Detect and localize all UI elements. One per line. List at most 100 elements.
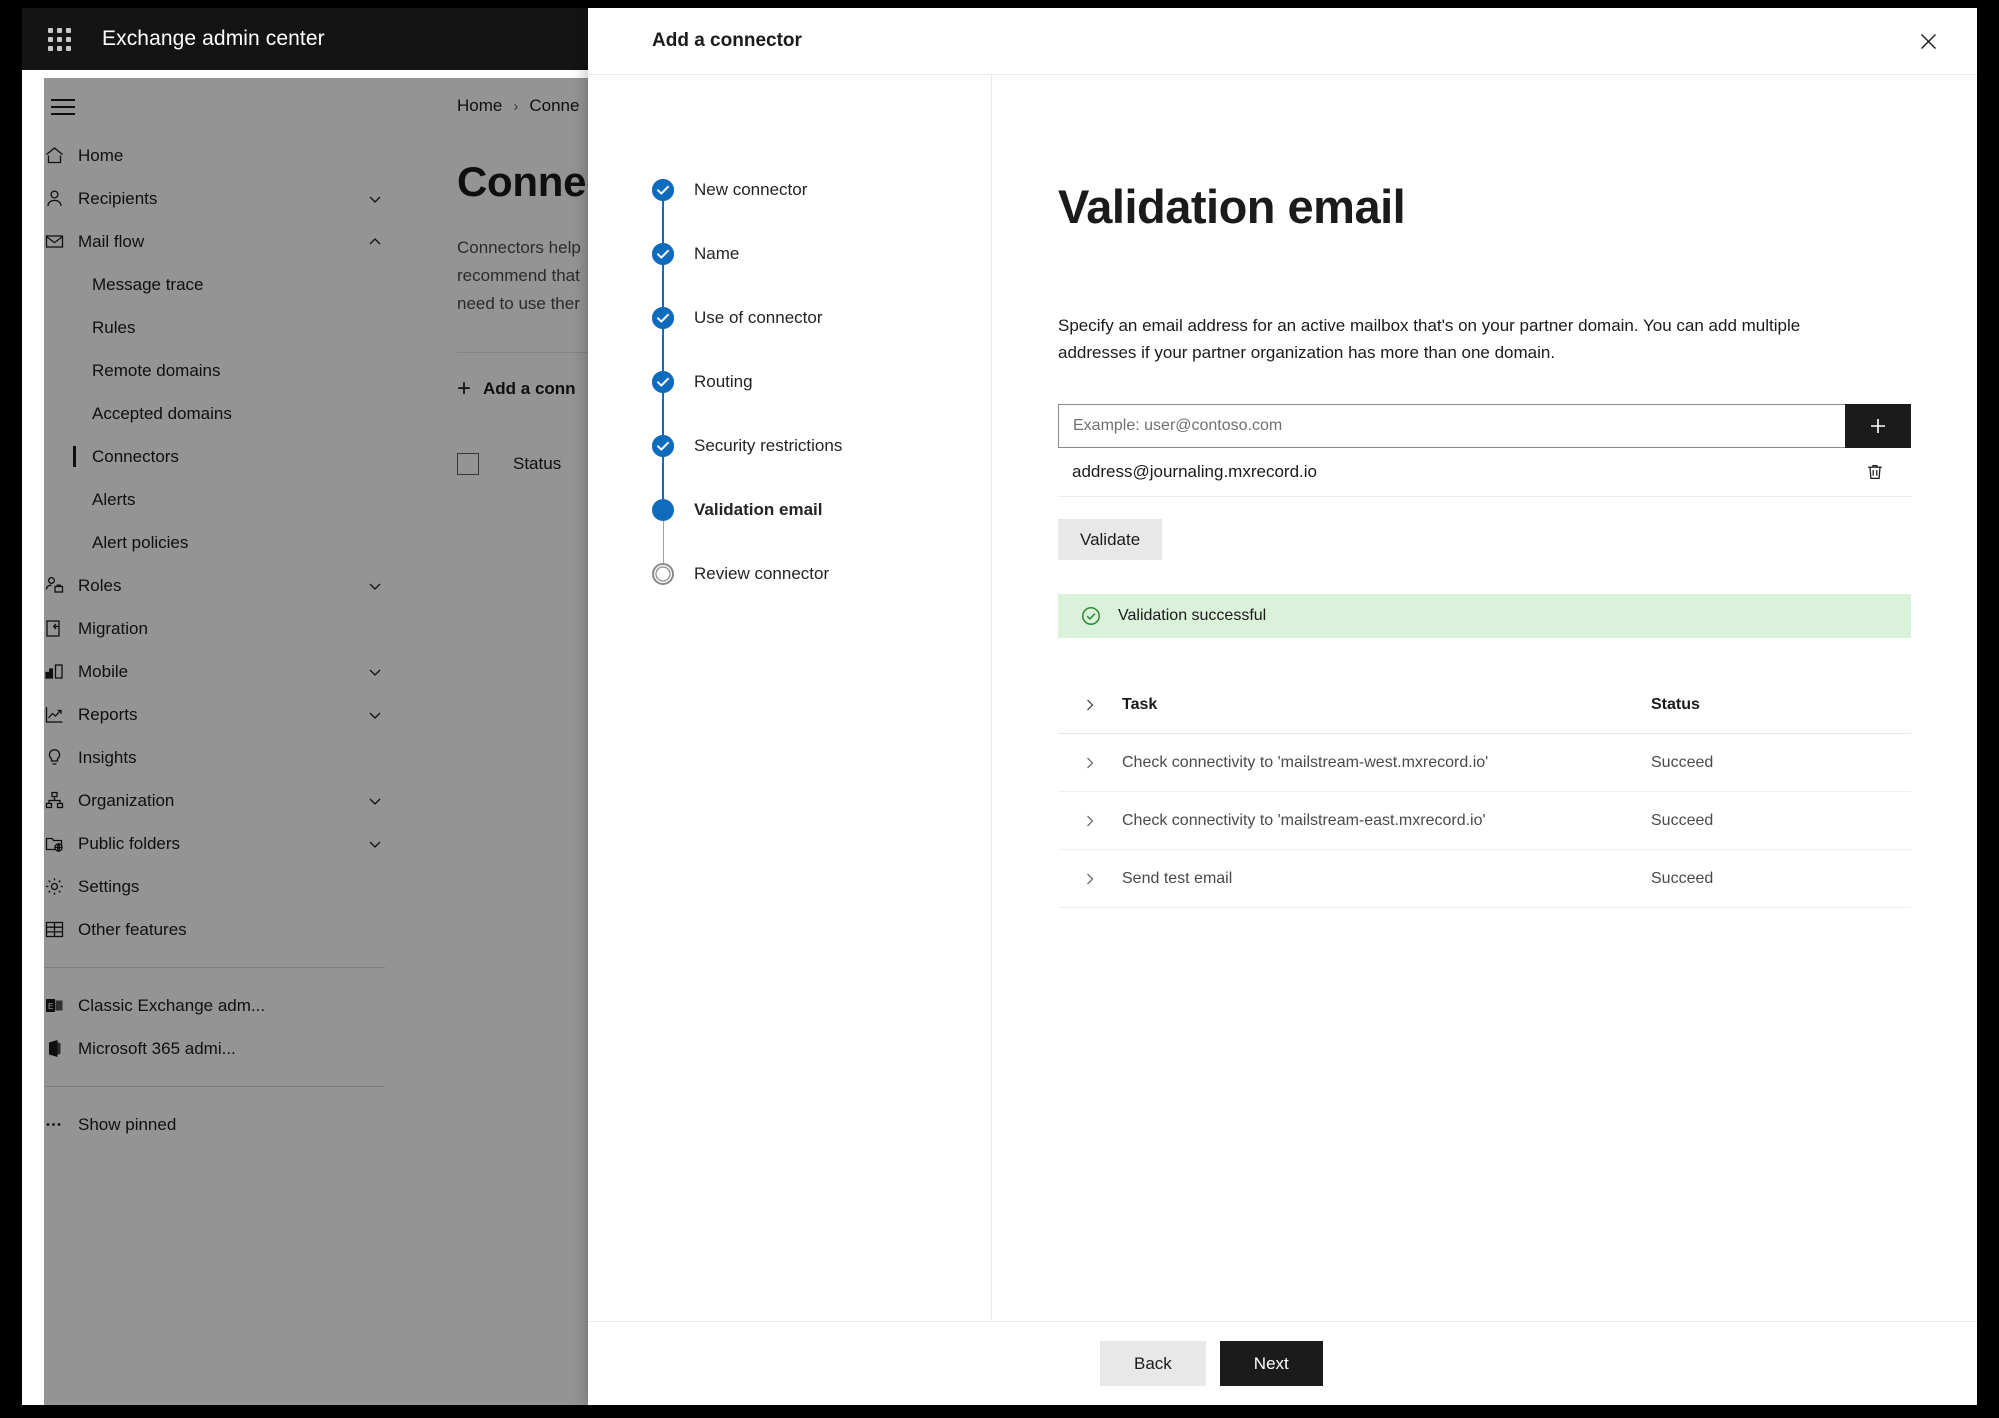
gear-icon: [44, 876, 78, 897]
pane-heading: Validation email: [1058, 180, 1406, 233]
sidebar-item-remote-domains[interactable]: Remote domains: [22, 349, 407, 392]
grid-table-icon: [44, 919, 78, 940]
wizard-step-label: New connector: [694, 180, 808, 199]
step-connector-line: [662, 265, 664, 307]
hamburger-icon[interactable]: [36, 80, 90, 134]
table-header-row: Task Status: [1058, 676, 1911, 735]
chevron-right-icon[interactable]: [1058, 871, 1122, 887]
wizard-step-routing[interactable]: Routing: [652, 371, 991, 393]
sidebar-item-connectors[interactable]: Connectors: [22, 435, 407, 478]
back-button[interactable]: Back: [1100, 1341, 1206, 1386]
validate-button[interactable]: Validate: [1058, 519, 1163, 561]
sidebar-item-mobile[interactable]: Mobile: [22, 650, 407, 693]
table-row[interactable]: Check connectivity to 'mailstream-east.m…: [1058, 792, 1911, 851]
sidebar-item-home[interactable]: Home: [22, 134, 407, 177]
sidebar-item-rules[interactable]: Rules: [22, 306, 407, 349]
task-status: Succeed: [1651, 869, 1714, 887]
sidebar-item-label: Reports: [78, 704, 138, 724]
wizard-step-name[interactable]: Name: [652, 243, 991, 265]
sidebar-item-accepted-domains[interactable]: Accepted domains: [22, 392, 407, 435]
wizard-step-validation-email[interactable]: Validation email: [652, 499, 991, 521]
reports-icon: [44, 704, 78, 725]
sidebar-item-migration[interactable]: Migration: [22, 607, 407, 650]
mail-icon: [44, 231, 78, 252]
chevron-right-icon[interactable]: [1058, 755, 1122, 771]
step-check-icon: [652, 179, 674, 201]
lightbulb-icon: [44, 747, 78, 768]
validation-status-banner: Validation successful: [1058, 594, 1911, 639]
chevron-down-icon[interactable]: [367, 793, 385, 809]
sidebar-item-label: Other features: [78, 919, 187, 939]
classic-exchange-icon: E: [44, 995, 78, 1016]
next-button[interactable]: Next: [1219, 1341, 1323, 1386]
sidebar-item-label: Microsoft 365 admi...: [78, 1038, 236, 1058]
svg-text:E: E: [48, 1002, 53, 1011]
migration-icon: [44, 618, 78, 639]
wizard-step-security-restrictions[interactable]: Security restrictions: [652, 435, 991, 457]
validation-task-table: Task Status Check connectivity to 'mails…: [1058, 676, 1911, 909]
microsoft-365-icon: [44, 1038, 78, 1059]
email-input-row: [1058, 404, 1911, 449]
add-address-button[interactable]: [1845, 404, 1911, 449]
chevron-down-icon[interactable]: [367, 664, 385, 680]
sidebar-item-label: Accepted domains: [92, 403, 232, 423]
sidebar-item-organization[interactable]: Organization: [22, 779, 407, 822]
sidebar-item-alerts[interactable]: Alerts: [22, 478, 407, 521]
panel-body: New connector Name Use of connector Rout…: [588, 75, 1977, 1321]
app-launcher-icon[interactable]: [38, 18, 80, 60]
step-connector-line: [662, 457, 664, 499]
sidebar-item-insights[interactable]: Insights: [22, 736, 407, 779]
chevron-down-icon[interactable]: [367, 578, 385, 594]
close-icon[interactable]: [1907, 20, 1949, 62]
sidebar-item-classic-exchange-admin[interactable]: E Classic Exchange adm...: [22, 984, 407, 1027]
sidebar-item-show-pinned[interactable]: Show pinned: [22, 1103, 407, 1146]
address-value: address@journaling.mxrecord.io: [1072, 462, 1317, 482]
chevron-up-icon[interactable]: [367, 234, 385, 250]
chevron-right-icon[interactable]: [1058, 697, 1122, 713]
checkbox-icon[interactable]: [457, 453, 479, 476]
sidebar-divider-2: [44, 1086, 385, 1087]
breadcrumb-current: Conne: [529, 96, 580, 115]
wizard-step-label: Use of connector: [694, 308, 823, 327]
sidebar-item-label: Alert policies: [92, 532, 189, 552]
task-status: Succeed: [1651, 811, 1714, 829]
panel-header: Add a connector: [588, 8, 1977, 75]
sidebar-item-label: Insights: [78, 747, 137, 767]
chevron-right-icon[interactable]: [1058, 813, 1122, 829]
sidebar-item-reports[interactable]: Reports: [22, 693, 407, 736]
suite-title: Exchange admin center: [102, 27, 325, 50]
sidebar-item-settings[interactable]: Settings: [22, 865, 407, 908]
step-current-icon: [652, 499, 674, 521]
step-check-icon: [652, 243, 674, 265]
wizard-step-new-connector[interactable]: New connector: [652, 179, 991, 201]
step-check-icon: [652, 307, 674, 329]
sidebar-item-message-trace[interactable]: Message trace: [22, 263, 407, 306]
sidebar-item-label: Connectors: [92, 446, 179, 466]
sidebar-item-other-features[interactable]: Other features: [22, 908, 407, 951]
sidebar-item-recipients[interactable]: Recipients: [22, 177, 407, 220]
column-header-task: Task: [1122, 695, 1158, 713]
email-input[interactable]: [1058, 404, 1845, 449]
sidebar-item-roles[interactable]: Roles: [22, 564, 407, 607]
chevron-down-icon[interactable]: [367, 191, 385, 207]
trash-icon[interactable]: [1865, 462, 1885, 482]
sidebar-item-alert-policies[interactable]: Alert policies: [22, 521, 407, 564]
sidebar-item-label: Public folders: [78, 833, 181, 853]
wizard-step-review-connector[interactable]: Review connector: [652, 563, 991, 585]
wizard-step-label: Routing: [694, 372, 753, 391]
sidebar-item-mail-flow[interactable]: Mail flow: [22, 220, 407, 263]
step-connector-line: [662, 201, 664, 243]
add-a-connector-button[interactable]: Add a conn: [483, 379, 576, 399]
table-row[interactable]: Check connectivity to 'mailstream-west.m…: [1058, 734, 1911, 793]
breadcrumb-home[interactable]: Home: [457, 96, 502, 116]
wizard-step-use-of-connector[interactable]: Use of connector: [652, 307, 991, 329]
table-row[interactable]: Send test email Succeed: [1058, 850, 1911, 909]
chevron-down-icon[interactable]: [367, 836, 385, 852]
sidebar-item-public-folders[interactable]: Public folders: [22, 822, 407, 865]
chevron-down-icon[interactable]: [367, 707, 385, 723]
breadcrumb-separator: ›: [513, 97, 519, 115]
sidebar-item-microsoft-365-admin[interactable]: Microsoft 365 admi...: [22, 1027, 407, 1070]
address-list-item: address@journaling.mxrecord.io: [1058, 448, 1911, 498]
sidebar-item-label: Organization: [78, 790, 175, 810]
sidebar-item-label: Settings: [78, 876, 140, 896]
